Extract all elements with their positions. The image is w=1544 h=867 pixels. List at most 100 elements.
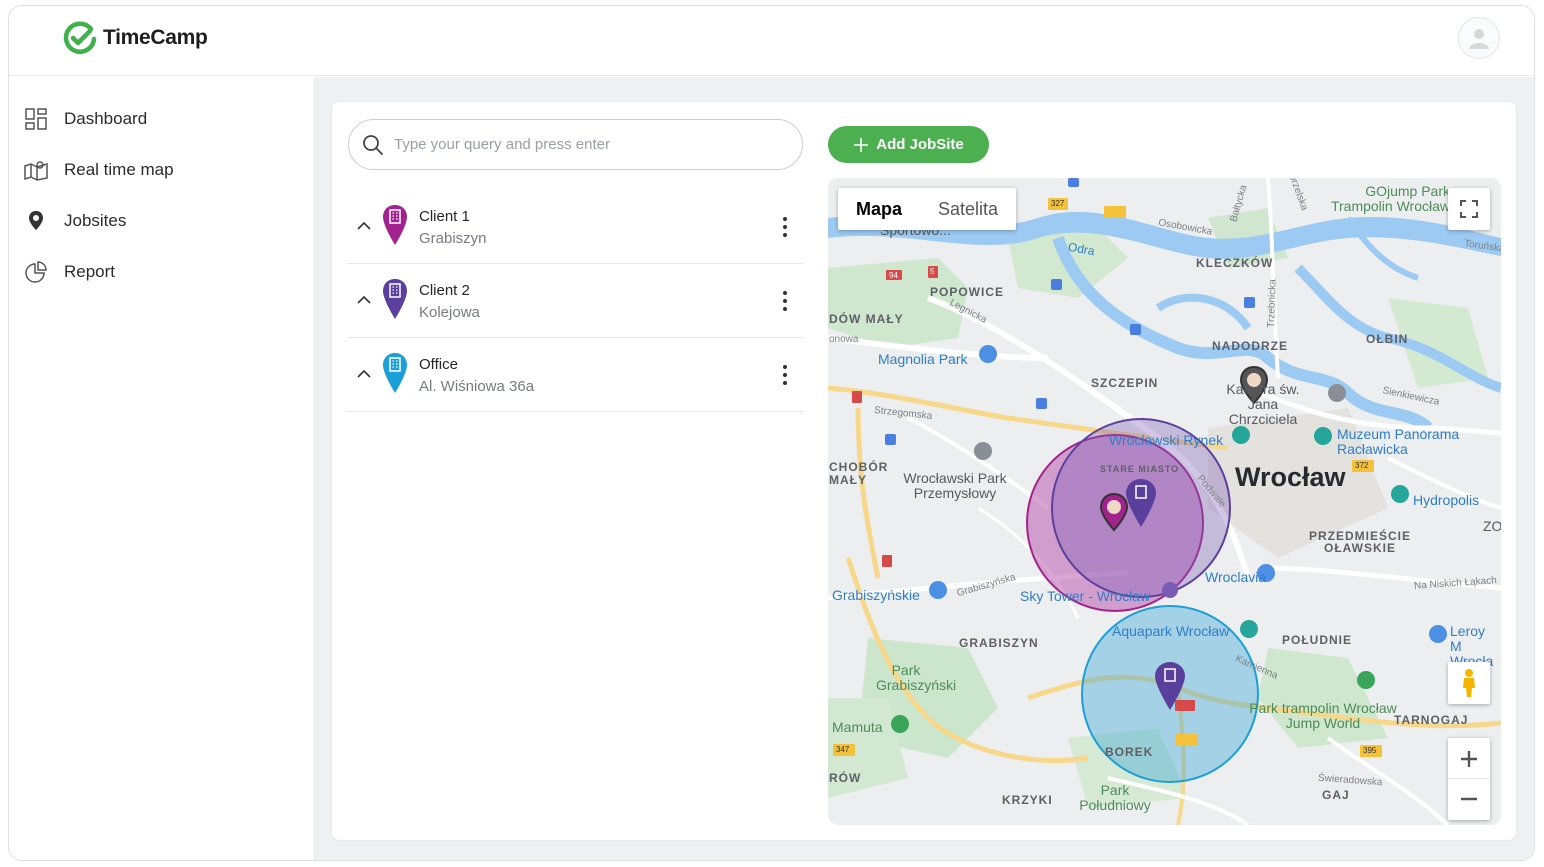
- city-label: Wrocław: [1235, 462, 1346, 492]
- more-options-icon[interactable]: [778, 362, 792, 388]
- top-bar: TimeCamp: [9, 6, 1534, 76]
- poi-label[interactable]: Wrocławski Rynek: [1109, 432, 1223, 448]
- poi-label[interactable]: Sky Tower - Wrocław: [1020, 588, 1150, 604]
- street-label: Trzebnicka: [1265, 279, 1279, 328]
- road-number: 372: [1355, 461, 1369, 470]
- poi-label[interactable]: Aquapark Wrocław: [1112, 623, 1229, 639]
- street-label: onowa: [829, 334, 859, 345]
- street-view-pegman[interactable]: [1448, 662, 1490, 704]
- map-base: [828, 178, 1501, 825]
- fullscreen-icon: [1460, 200, 1478, 218]
- user-icon: [1469, 29, 1489, 49]
- more-options-icon[interactable]: [778, 288, 792, 314]
- building-pin-icon: [383, 279, 407, 319]
- more-options-icon[interactable]: [778, 214, 792, 240]
- poi-label[interactable]: Wroclavia: [1205, 569, 1266, 585]
- search-input[interactable]: [394, 136, 774, 153]
- map-type-satellite-tab[interactable]: Satelita: [920, 188, 1016, 230]
- district-label: NADODRZE: [1212, 339, 1288, 353]
- app-window: TimeCamp Dashboard Real time map Jobsite…: [8, 5, 1535, 861]
- dashboard-grid-icon: [24, 107, 48, 131]
- district-label: SZCZEPIN: [1091, 376, 1159, 390]
- park-label[interactable]: Park trampolin Wrocław Jump World: [1248, 701, 1398, 731]
- map-view[interactable]: POPOWICE KLECZKÓW NADODRZE OŁBIN SZCZEPI…: [828, 178, 1501, 825]
- poi-label[interactable]: Muzeum Panorama Racławicka: [1337, 427, 1487, 457]
- district-label: RÓW: [829, 771, 862, 785]
- district-label: BOREK: [1105, 745, 1154, 759]
- sidebar: Dashboard Real time map Jobsites Report: [9, 77, 315, 860]
- timecamp-logo-icon: [63, 21, 97, 54]
- main-area: Add JobSite Client 1 Grabiszyn: [315, 77, 1534, 860]
- sidebar-item-report[interactable]: Report: [24, 259, 115, 285]
- district-label: GAJ: [1322, 788, 1350, 802]
- jobsite-row[interactable]: Client 1 Grabiszyn: [347, 190, 804, 264]
- sidebar-item-label: Dashboard: [64, 109, 148, 128]
- add-jobsite-button[interactable]: Add JobSite: [828, 126, 989, 163]
- chevron-up-icon[interactable]: [355, 365, 373, 383]
- chevron-up-icon[interactable]: [355, 291, 373, 309]
- road-number: 395: [1363, 746, 1377, 755]
- poi-label[interactable]: Wrocławski Park Przemysłowy: [896, 471, 1014, 501]
- district-label: OŁBIN: [1366, 332, 1409, 346]
- chevron-up-icon[interactable]: [355, 217, 373, 235]
- district-label: CHOBÓR MAŁY: [829, 460, 889, 487]
- sidebar-item-label: Report: [64, 262, 116, 281]
- search-icon: [363, 134, 383, 155]
- district-label: KLECZKÓW: [1196, 256, 1274, 270]
- poi-label[interactable]: Katedra św. Jana Chrzciciela: [1214, 382, 1312, 427]
- district-label: STARE MIASTO: [1100, 464, 1180, 474]
- district-label: POŁUDNIE: [1282, 633, 1353, 647]
- plus-icon: [854, 137, 869, 152]
- district-label: KRZYKI: [1002, 793, 1053, 807]
- road-number: 347: [836, 745, 850, 754]
- poi-label[interactable]: GOjump Park Trampolin Wrocław: [1318, 184, 1450, 214]
- district-label: DÓW MAŁY: [829, 312, 904, 326]
- district-label: POPOWICE: [930, 285, 1005, 299]
- street-label: ZO: [1483, 518, 1501, 534]
- sidebar-item-label: Jobsites: [64, 211, 127, 230]
- park-label[interactable]: Park Grabiszyński: [876, 663, 956, 693]
- park-label[interactable]: Mamuta: [832, 719, 883, 735]
- sidebar-item-jobsites[interactable]: Jobsites: [24, 208, 126, 234]
- sidebar-item-label: Real time map: [64, 160, 174, 179]
- jobsite-row[interactable]: Client 2 Kolejowa: [347, 264, 804, 338]
- timecamp-logo[interactable]: TimeCamp: [63, 21, 208, 55]
- jobsite-address: Kolejowa: [419, 304, 480, 321]
- jobsites-panel: Add JobSite Client 1 Grabiszyn: [331, 101, 1517, 841]
- fullscreen-button[interactable]: [1448, 188, 1490, 230]
- road-number: 94: [889, 271, 898, 280]
- plus-icon: [1461, 750, 1477, 767]
- sidebar-item-dashboard[interactable]: Dashboard: [24, 106, 147, 132]
- district-label: GRABISZYN: [959, 636, 1039, 650]
- minus-icon: [1461, 797, 1477, 801]
- building-pin-icon: [383, 353, 407, 393]
- jobsite-title: Client 1: [419, 208, 470, 225]
- jobsite-list: Client 1 Grabiszyn Client 2 Kolejowa Off…: [347, 190, 804, 412]
- add-jobsite-label: Add JobSite: [876, 136, 964, 153]
- poi-label[interactable]: Magnolia Park: [878, 351, 968, 367]
- location-pin-icon: [24, 209, 48, 233]
- app-name: TimeCamp: [103, 26, 208, 49]
- pegman-icon: [1463, 669, 1475, 697]
- building-pin-icon: [383, 205, 407, 245]
- poi-label[interactable]: Hydropolis: [1413, 492, 1479, 508]
- map-type-control: Mapa Satelita: [838, 188, 1017, 230]
- zoom-control: [1448, 738, 1490, 820]
- zoom-out-button[interactable]: [1448, 779, 1490, 819]
- road-number: 327: [1051, 199, 1065, 208]
- jobsite-row[interactable]: Office Al. Wiśniowa 36a: [347, 338, 804, 412]
- district-label: TARNOGAJ: [1394, 713, 1469, 727]
- jobsite-address: Grabiszyn: [419, 230, 487, 247]
- search-box[interactable]: [348, 119, 803, 170]
- district-label: PRZEDMIEŚCIE OŁAWSKIE: [1308, 529, 1411, 555]
- jobsite-title: Client 2: [419, 282, 470, 299]
- map-icon: [24, 158, 48, 182]
- user-avatar[interactable]: [1458, 17, 1500, 59]
- sidebar-item-real-time-map[interactable]: Real time map: [24, 157, 174, 183]
- poi-label[interactable]: Grabiszyńskie: [832, 587, 920, 603]
- zoom-in-button[interactable]: [1448, 739, 1490, 779]
- jobsite-title: Office: [419, 356, 458, 373]
- map-type-map-tab[interactable]: Mapa: [838, 188, 920, 230]
- park-label[interactable]: Park Południowy: [1075, 783, 1155, 813]
- jobsite-address: Al. Wiśniowa 36a: [419, 378, 535, 395]
